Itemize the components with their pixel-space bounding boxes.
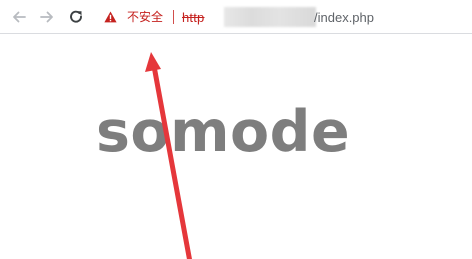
url-scheme[interactable]: http <box>182 10 204 25</box>
back-button[interactable] <box>8 6 30 28</box>
site-title: somode <box>96 99 351 165</box>
address-bar[interactable]: 不安全 http /index.php <box>96 4 468 30</box>
forward-button[interactable] <box>36 6 58 28</box>
browser-toolbar: 不安全 http /index.php <box>0 0 472 34</box>
arrow-left-icon <box>13 11 26 23</box>
url-host-redaction <box>224 7 316 27</box>
address-separator <box>173 10 174 24</box>
security-status-label[interactable]: 不安全 <box>127 10 163 24</box>
warning-triangle-icon[interactable] <box>104 11 117 23</box>
page-content: somode <box>0 34 472 259</box>
arrow-right-icon <box>40 11 53 23</box>
reload-button[interactable] <box>65 6 87 28</box>
reload-icon <box>70 10 82 23</box>
url-path[interactable]: /index.php <box>314 10 374 25</box>
